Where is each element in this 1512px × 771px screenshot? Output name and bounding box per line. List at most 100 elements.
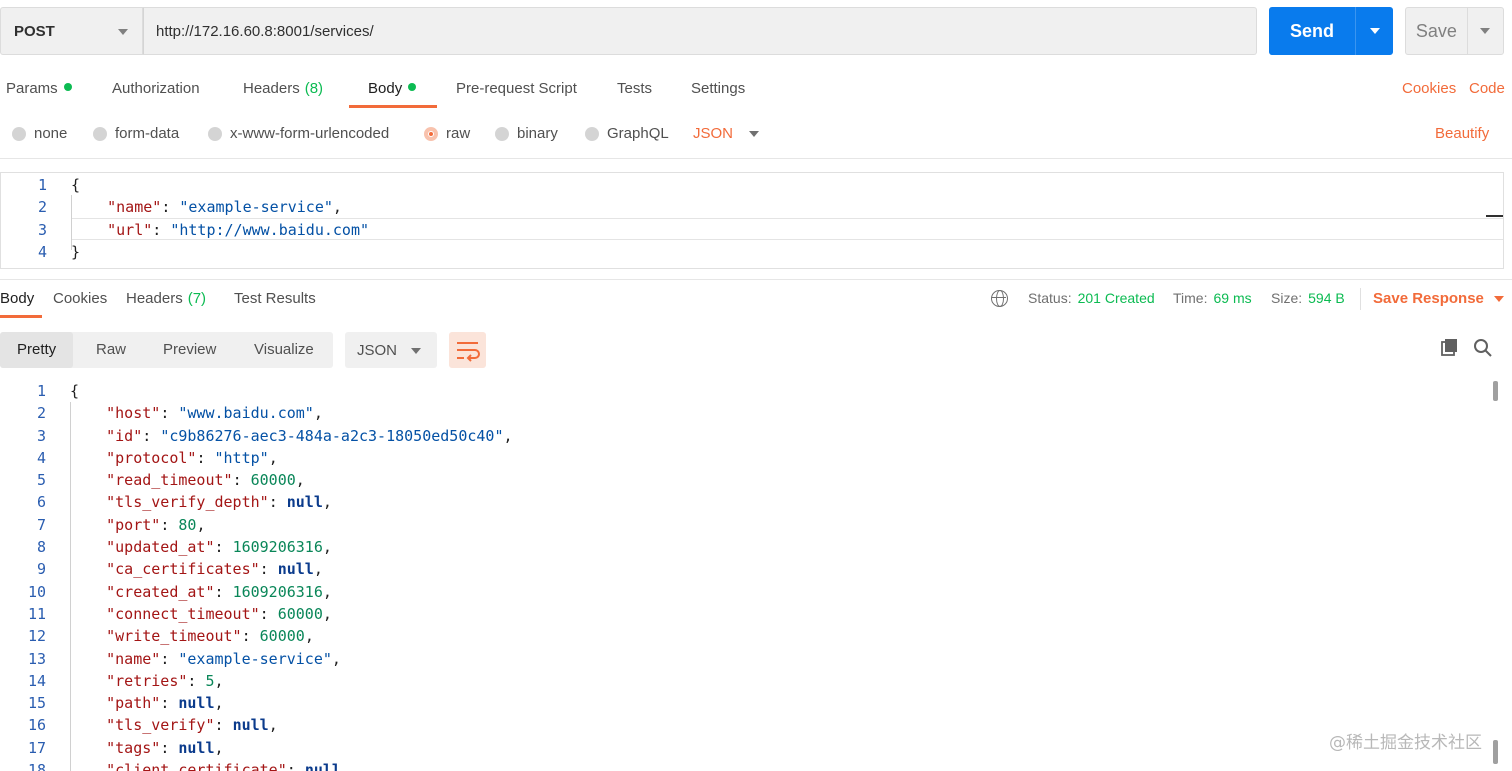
tab-tests-label: Tests (617, 80, 653, 97)
code-line: "connect_timeout": 60000, (106, 604, 332, 623)
radio-none[interactable]: none (12, 125, 67, 142)
radio-circle-selected (424, 126, 438, 141)
tab-authorization[interactable]: Authorization (112, 80, 200, 97)
tab-authorization-label: Authorization (112, 80, 200, 97)
json-value: 60000 (250, 471, 296, 490)
code-line: "tags": null, (106, 738, 224, 757)
code-link[interactable]: Code (1469, 80, 1505, 97)
beautify-link[interactable]: Beautify (1435, 125, 1489, 142)
json-key: "port" (106, 515, 161, 534)
tab-params[interactable]: Params (6, 80, 72, 97)
scrollbar-thumb[interactable] (1493, 740, 1498, 764)
code-line: "port": 80, (106, 515, 206, 534)
resp-tab-headers[interactable]: Headers (7) (126, 290, 206, 307)
line-number: 4 (36, 448, 46, 467)
json-key: "ca_certificates" (106, 560, 260, 579)
size-info: Size: 594 B (1271, 290, 1345, 306)
method-select[interactable]: POST (0, 7, 143, 55)
json-value: "http" (214, 448, 269, 467)
save-options-button[interactable] (1466, 8, 1503, 54)
radio-raw[interactable]: raw (424, 125, 470, 142)
json-value: 60000 (277, 604, 323, 623)
json-key: "id" (106, 426, 143, 445)
globe-icon[interactable] (991, 290, 1008, 307)
code-line: "path": null, (106, 694, 224, 713)
view-mode-bar: Pretty Raw Preview Visualize (0, 332, 333, 368)
send-options-button[interactable] (1355, 7, 1393, 55)
tab-body[interactable]: Body (368, 80, 417, 97)
radio-binary[interactable]: binary (495, 125, 558, 142)
line-number: 8 (36, 538, 46, 557)
wrap-lines-button[interactable] (449, 332, 486, 368)
json-key: "tls_verify_depth" (106, 493, 269, 512)
resp-tab-cookies[interactable]: Cookies (53, 290, 107, 307)
response-format-label: JSON (357, 341, 398, 359)
radio-circle (12, 126, 26, 141)
radio-graphql[interactable]: GraphQL (585, 125, 669, 142)
radio-form-data-label: form-data (115, 125, 180, 142)
line-gutter: 1 2 3 4 5 6 7 8 9 10 11 12 13 14 15 16 1… (0, 380, 56, 771)
json-key: "connect_timeout" (106, 604, 260, 623)
cookies-link[interactable]: Cookies (1402, 80, 1456, 97)
response-body-viewer[interactable]: 1 2 3 4 5 6 7 8 9 10 11 12 13 14 15 16 1… (0, 380, 1490, 771)
radio-raw-label: raw (446, 125, 471, 142)
view-pretty-button[interactable]: Pretty (0, 332, 74, 368)
line-number: 1 (37, 176, 47, 194)
view-raw-button[interactable]: Raw (86, 332, 136, 368)
tab-body-label: Body (368, 80, 403, 97)
resp-tab-headers-count: (7) (187, 290, 207, 307)
save-response-button[interactable]: Save Response (1373, 290, 1504, 307)
code-line: "ca_certificates": null, (106, 560, 323, 579)
json-value: null (232, 716, 269, 735)
url-bar: POST http://172.16.60.8:8001/services/ (0, 7, 1257, 55)
code-line: "id": "c9b86276-aec3-484a-a2c3-18050ed50… (106, 426, 513, 445)
json-value: null (304, 761, 341, 771)
radio-urlencoded[interactable]: x-www-form-urlencoded (208, 125, 389, 142)
radio-urlencoded-label: x-www-form-urlencoded (230, 125, 390, 142)
view-visualize-button[interactable]: Visualize (244, 332, 324, 368)
scrollbar-thumb[interactable] (1493, 381, 1498, 401)
view-preview-button[interactable]: Preview (153, 332, 226, 368)
radio-circle (495, 126, 509, 141)
response-format-select[interactable]: JSON (345, 332, 437, 368)
line-number: 3 (36, 426, 46, 445)
line-number: 14 (27, 671, 46, 690)
line-number: 2 (37, 198, 47, 217)
json-key: "tags" (106, 738, 161, 757)
code-line: "created_at": 1609206316, (106, 582, 332, 601)
json-key: "host" (106, 404, 161, 423)
save-response-label: Save Response (1373, 290, 1484, 307)
line-number: 3 (37, 220, 47, 239)
line-number: 16 (27, 716, 46, 735)
watermark: @稀土掘金技术社区 (1329, 733, 1482, 753)
tab-pre-request-script[interactable]: Pre-request Script (456, 80, 577, 97)
tab-settings[interactable]: Settings (691, 80, 745, 97)
body-format-select[interactable]: JSON (693, 125, 760, 142)
resp-tab-test-results-label: Test Results (234, 290, 316, 307)
line-number: 17 (27, 738, 46, 757)
request-body-editor[interactable]: 1 2 3 4 { "name": "example-service", "ur… (0, 172, 1504, 269)
tab-tests[interactable]: Tests (617, 80, 652, 97)
save-button[interactable]: Save (1405, 7, 1504, 55)
search-icon[interactable] (1473, 338, 1493, 358)
tab-headers[interactable]: Headers (8) (243, 80, 323, 97)
chevron-down-icon (1369, 28, 1380, 34)
resp-tab-body[interactable]: Body (0, 290, 34, 307)
json-value: 1609206316 (232, 538, 323, 557)
json-value: "http://www.baidu.com" (170, 220, 370, 239)
code-line: "name": "example-service", (107, 198, 342, 217)
line-number: 4 (37, 242, 47, 261)
json-value: 60000 (259, 627, 305, 646)
send-label: Send (1289, 20, 1334, 41)
url-input[interactable]: http://172.16.60.8:8001/services/ (143, 7, 1257, 55)
active-tab-indicator (0, 315, 42, 318)
line-number: 1 (36, 382, 46, 400)
json-key: "read_timeout" (106, 471, 233, 490)
chevron-down-icon (749, 130, 760, 137)
resp-tab-test-results[interactable]: Test Results (234, 290, 316, 307)
send-button[interactable]: Send (1269, 7, 1393, 55)
radio-form-data[interactable]: form-data (93, 125, 179, 142)
copy-icon[interactable] (1440, 338, 1460, 358)
status-label: Status: (1028, 290, 1072, 306)
json-key: "retries" (106, 671, 188, 690)
